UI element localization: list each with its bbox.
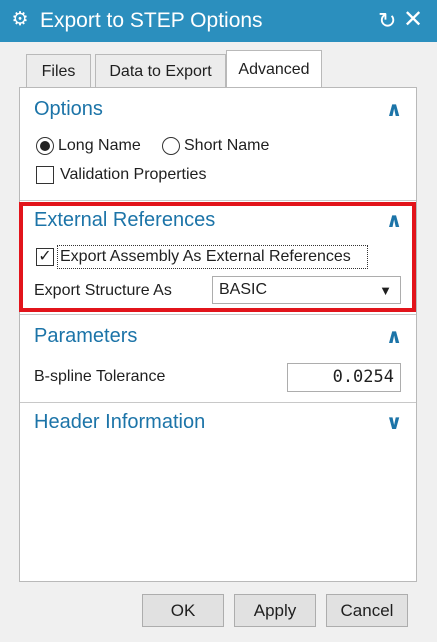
section-divider <box>20 402 416 403</box>
chevron-up-icon[interactable]: ∧ <box>386 98 402 122</box>
long-name-label[interactable]: Long Name <box>58 136 141 156</box>
cancel-button[interactable]: Cancel <box>326 594 408 627</box>
advanced-panel: Options ∧ Long Name Short Name Validatio… <box>19 87 417 582</box>
export-step-dialog: ⚙ Export to STEP Options ↻ ✕ Files Data … <box>0 0 437 642</box>
tab-files[interactable]: Files <box>26 54 91 87</box>
long-name-radio[interactable] <box>36 137 54 155</box>
section-divider <box>20 314 416 315</box>
close-icon[interactable]: ✕ <box>403 7 423 33</box>
parameters-section-title[interactable]: Parameters <box>34 323 137 349</box>
short-name-radio[interactable] <box>162 137 180 155</box>
gear-icon[interactable]: ⚙ <box>9 9 31 31</box>
tab-advanced[interactable]: Advanced <box>226 50 322 88</box>
apply-button[interactable]: Apply <box>234 594 316 627</box>
chevron-up-icon[interactable]: ∧ <box>386 325 402 349</box>
options-section-title[interactable]: Options <box>34 96 103 122</box>
bspline-tolerance-input[interactable]: 0.0254 <box>287 363 401 392</box>
validation-properties-label[interactable]: Validation Properties <box>60 165 206 185</box>
header-information-title[interactable]: Header Information <box>34 409 205 435</box>
section-divider <box>20 200 416 201</box>
tab-bar: Files Data to Export Advanced <box>0 42 437 88</box>
tab-data-to-export[interactable]: Data to Export <box>95 54 226 87</box>
dialog-title: Export to STEP Options <box>40 9 263 32</box>
bspline-tolerance-label: B-spline Tolerance <box>34 368 166 385</box>
reset-icon[interactable]: ↻ <box>378 8 396 34</box>
title-bar[interactable]: ⚙ Export to STEP Options ↻ ✕ <box>0 0 437 42</box>
external-references-highlight <box>19 202 416 312</box>
short-name-label[interactable]: Short Name <box>184 136 269 156</box>
ok-button[interactable]: OK <box>142 594 224 627</box>
validation-properties-checkbox[interactable] <box>36 166 54 184</box>
chevron-down-icon[interactable]: ∨ <box>386 411 402 435</box>
